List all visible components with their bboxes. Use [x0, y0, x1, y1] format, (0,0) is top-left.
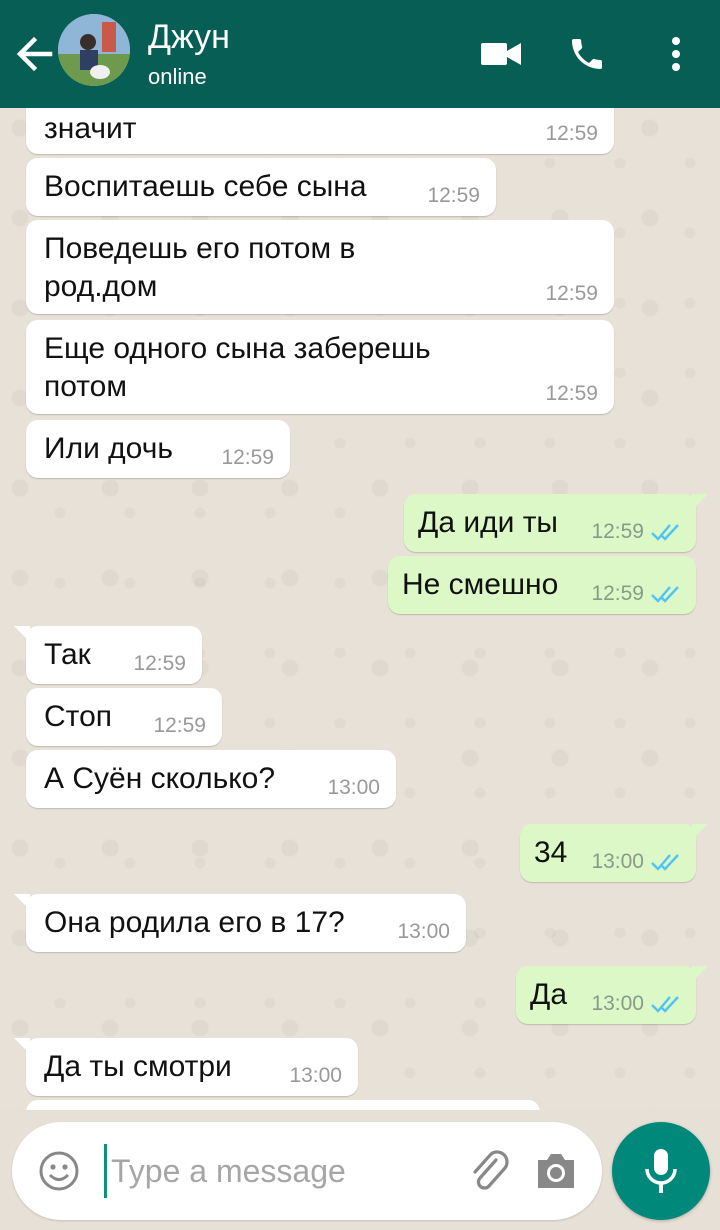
bubble-tail: [692, 966, 708, 982]
message-text: Стоп: [44, 700, 112, 733]
contact-status: online: [148, 64, 207, 89]
message-text: Или дочь: [44, 432, 173, 465]
message-bubble[interactable]: Не смешно 12:59: [388, 556, 696, 614]
message-time: 13:00: [289, 1064, 342, 1087]
microphone-icon: [645, 1149, 677, 1193]
message-bubble[interactable]: Поведешь его потом в род.дом 12:59: [26, 220, 614, 314]
bubble-tail: [14, 1038, 30, 1054]
message-time: 12:59: [427, 184, 480, 207]
bubble-tail: [14, 894, 30, 910]
message-time: 13:00: [591, 992, 644, 1015]
message-bubble-partial[interactable]: [26, 1100, 540, 1110]
composer: [12, 1122, 602, 1220]
more-options-button[interactable]: [656, 30, 696, 78]
bubble-tail: [692, 824, 708, 840]
message-text: значит: [44, 112, 137, 145]
message-time: 12:59: [153, 714, 206, 737]
message-list[interactable]: значит 12:59 Воспитаешь себе сына 12:59 …: [0, 108, 720, 1110]
message-time: 13:00: [327, 776, 380, 799]
avatar-image: [58, 14, 130, 86]
message-bubble[interactable]: Стоп 12:59: [26, 688, 222, 746]
message-bubble[interactable]: Воспитаешь себе сына 12:59: [26, 158, 496, 216]
read-receipt-icon: [651, 996, 679, 1013]
voice-call-button[interactable]: [562, 30, 612, 78]
video-call-button[interactable]: [476, 30, 526, 78]
video-camera-icon: [481, 43, 521, 65]
read-receipt-icon: [651, 854, 679, 871]
message-time: 12:59: [545, 122, 598, 145]
message-time: 12:59: [133, 652, 186, 675]
message-time: 12:59: [545, 282, 598, 305]
message-bubble[interactable]: Еще одного сына заберешь потом 12:59: [26, 320, 614, 414]
message-text: Так: [44, 638, 91, 671]
read-receipt-icon: [651, 524, 679, 541]
message-input[interactable]: [104, 1144, 404, 1198]
voice-message-button[interactable]: [612, 1122, 710, 1220]
message-text: Поведешь его потом в род.дом: [44, 232, 356, 303]
more-vertical-icon: [672, 37, 680, 71]
message-text: 34: [534, 836, 568, 869]
message-bubble[interactable]: значит 12:59: [26, 108, 614, 154]
emoji-button[interactable]: [38, 1150, 80, 1192]
message-bubble[interactable]: Или дочь 12:59: [26, 420, 290, 478]
message-bubble[interactable]: Да ты смотри 13:00: [14, 1038, 358, 1096]
message-bubble[interactable]: А Суён сколько? 13:00: [26, 750, 396, 808]
message-text: А Суён сколько?: [44, 762, 276, 795]
read-receipt-icon: [651, 586, 679, 603]
camera-button[interactable]: [534, 1150, 578, 1192]
message-time: 13:00: [591, 850, 644, 873]
chat-header: Джун online: [0, 0, 720, 108]
arrow-left-icon: [16, 36, 53, 72]
message-text: Да: [530, 978, 568, 1011]
phone-icon: [572, 39, 602, 69]
bubble-tail: [14, 626, 30, 642]
message-bubble[interactable]: Так 12:59: [14, 626, 202, 684]
message-bubble[interactable]: 34 13:00: [520, 824, 708, 882]
message-bubble[interactable]: Да иди ты 12:59: [404, 494, 708, 552]
contact-avatar[interactable]: [58, 14, 130, 86]
message-text: Не смешно: [402, 568, 559, 601]
contact-name[interactable]: Джун: [148, 18, 230, 57]
message-text: Да ты смотри: [44, 1050, 232, 1083]
message-time: 12:59: [221, 446, 274, 469]
camera-icon: [538, 1154, 574, 1188]
message-text: Она родила его в 17?: [44, 906, 345, 939]
message-time: 12:59: [545, 382, 598, 405]
message-time: 12:59: [591, 582, 644, 605]
message-bubble[interactable]: Она родила его в 17? 13:00: [14, 894, 466, 952]
back-button[interactable]: [14, 34, 54, 74]
message-time: 12:59: [591, 520, 644, 543]
message-text: Да иди ты: [418, 506, 558, 539]
message-text: Еще одного сына заберешь потом: [44, 332, 431, 403]
smiley-icon: [39, 1151, 79, 1191]
attach-button[interactable]: [466, 1148, 512, 1194]
message-time: 13:00: [397, 920, 450, 943]
message-bubble[interactable]: Да 13:00: [516, 966, 708, 1024]
paperclip-icon: [473, 1150, 509, 1190]
message-text: Воспитаешь себе сына: [44, 170, 367, 203]
bubble-tail: [692, 494, 708, 510]
